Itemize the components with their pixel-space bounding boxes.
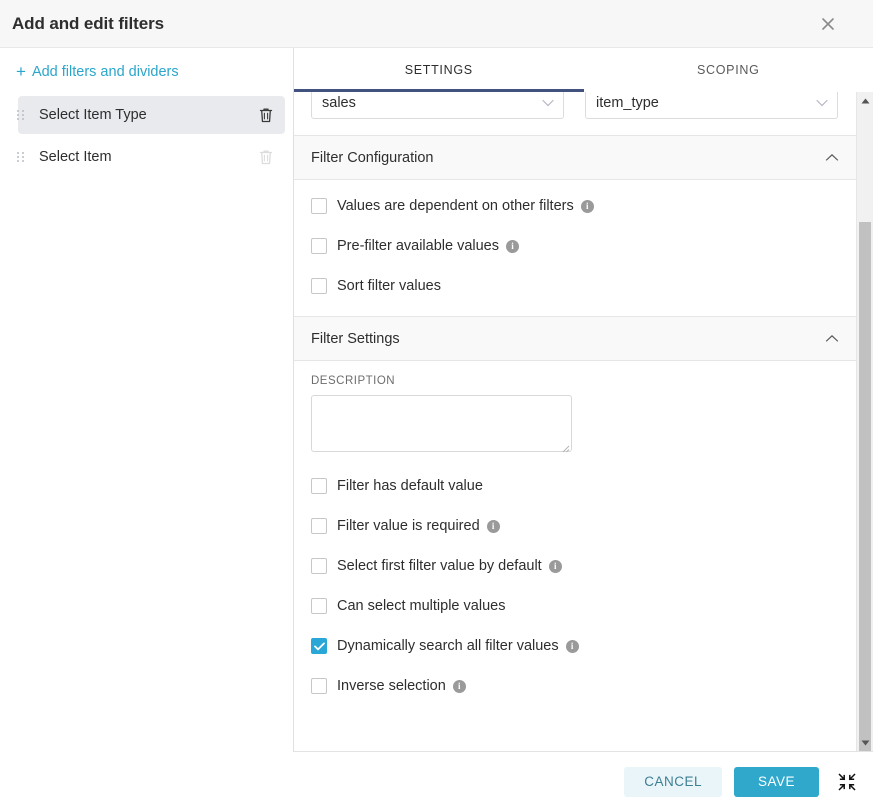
scroll-up-arrow-icon[interactable]	[857, 92, 873, 109]
description-input[interactable]	[312, 396, 571, 451]
vertical-scrollbar[interactable]	[856, 92, 873, 751]
checkbox-can-select-multiple-values[interactable]: Can select multiple values	[311, 594, 839, 618]
scroll-down-arrow-icon[interactable]	[857, 734, 873, 751]
checkbox-pre-filter-available-values[interactable]: Pre-filter available values i	[311, 234, 839, 258]
checkbox-label: Can select multiple values	[337, 598, 506, 614]
checkbox-box[interactable]	[311, 558, 327, 574]
list-item-label: Select Item Type	[39, 107, 147, 123]
filters-sidebar: + Add filters and dividers Select Item T…	[0, 48, 294, 752]
checkbox-box[interactable]	[311, 238, 327, 254]
chevron-up-icon	[825, 330, 839, 348]
checkbox-filter-has-default-value[interactable]: Filter has default value	[311, 474, 839, 498]
checkbox-inverse-selection[interactable]: Inverse selection i	[311, 674, 839, 698]
description-field-wrapper	[311, 395, 572, 453]
tab-bar: SETTINGS SCOPING	[294, 48, 873, 92]
checkbox-label: Inverse selection	[337, 678, 446, 694]
checkbox-label: Pre-filter available values	[337, 238, 499, 254]
tab-settings[interactable]: SETTINGS	[294, 48, 584, 92]
section-header-filter-settings[interactable]: Filter Settings	[294, 316, 856, 361]
add-filters-and-dividers-button[interactable]: + Add filters and dividers	[0, 62, 293, 81]
resize-grip-icon[interactable]	[560, 440, 570, 453]
add-edit-filters-modal: Add and edit filters + Add filters and d…	[0, 0, 873, 811]
info-icon[interactable]: i	[452, 679, 466, 693]
column-select[interactable]: item_type	[585, 92, 838, 119]
dataset-select[interactable]: sales	[311, 92, 564, 119]
section-header-filter-configuration[interactable]: Filter Configuration	[294, 135, 856, 180]
checkbox-box[interactable]	[311, 278, 327, 294]
column-select-value: item_type	[596, 94, 659, 111]
section-title: Filter Settings	[311, 330, 400, 347]
modal-header: Add and edit filters	[0, 0, 873, 48]
checkbox-sort-filter-values[interactable]: Sort filter values	[311, 274, 839, 298]
list-item-label: Select Item	[39, 149, 112, 165]
checkbox-filter-value-is-required[interactable]: Filter value is required i	[311, 514, 839, 538]
checkbox-label: Select first filter value by default	[337, 558, 542, 574]
chevron-down-icon	[816, 95, 828, 111]
checkbox-label: Filter value is required	[337, 518, 480, 534]
trash-icon[interactable]	[255, 146, 277, 168]
checkbox-dynamically-search-all-filter-values[interactable]: Dynamically search all filter values i	[311, 634, 839, 658]
settings-scroll-area: sales item_type Filter Configuration Val…	[294, 92, 873, 752]
chevron-up-icon	[825, 149, 839, 167]
checkbox-label: Filter has default value	[337, 478, 483, 494]
modal-body: + Add filters and dividers Select Item T…	[0, 48, 873, 752]
checkbox-select-first-filter-value-by-default[interactable]: Select first filter value by default i	[311, 554, 839, 578]
list-item[interactable]: Select Item	[16, 138, 285, 176]
checkbox-box[interactable]	[311, 638, 327, 654]
checkbox-label: Sort filter values	[337, 278, 441, 294]
section-body-filter-settings: DESCRIPTION Filter has default value Fil…	[294, 361, 856, 716]
filter-list: Select Item Type Select Item	[0, 96, 293, 176]
tab-settings-label: SETTINGS	[404, 63, 473, 77]
collapse-arrows-icon[interactable]	[837, 772, 857, 792]
dataset-field-selectors: sales item_type	[294, 92, 856, 135]
info-icon[interactable]: i	[565, 639, 579, 653]
tab-scoping-label: SCOPING	[696, 63, 760, 77]
checkbox-box[interactable]	[311, 678, 327, 694]
cancel-button[interactable]: CANCEL	[624, 766, 722, 797]
info-icon[interactable]: i	[486, 519, 500, 533]
info-icon[interactable]: i	[548, 559, 562, 573]
checkbox-values-dependent[interactable]: Values are dependent on other filters i	[311, 194, 839, 218]
drag-handle-icon[interactable]	[12, 152, 28, 162]
info-icon[interactable]: i	[580, 199, 594, 213]
checkbox-box[interactable]	[311, 478, 327, 494]
checkbox-label: Dynamically search all filter values	[337, 638, 559, 654]
add-filters-label: Add filters and dividers	[31, 64, 179, 80]
checkbox-box[interactable]	[311, 598, 327, 614]
save-button[interactable]: SAVE	[733, 766, 819, 797]
plus-icon: +	[16, 62, 26, 81]
dataset-select-value: sales	[322, 94, 356, 111]
section-body-filter-configuration: Values are dependent on other filters i …	[294, 180, 856, 316]
tab-scoping[interactable]: SCOPING	[584, 48, 873, 92]
info-icon[interactable]: i	[506, 239, 519, 253]
chevron-down-icon	[542, 95, 554, 111]
scrollbar-thumb[interactable]	[859, 222, 871, 751]
list-item[interactable]: Select Item Type	[16, 96, 285, 134]
filter-editor-pane: SETTINGS SCOPING sales item_type Filter …	[294, 48, 873, 752]
modal-footer: CANCEL SAVE	[0, 752, 873, 811]
page-title: Add and edit filters	[12, 13, 164, 33]
checkbox-box[interactable]	[311, 518, 327, 534]
checkbox-box[interactable]	[311, 198, 327, 214]
description-label: DESCRIPTION	[311, 375, 396, 387]
checkbox-label: Values are dependent on other filters	[337, 198, 574, 214]
section-title: Filter Configuration	[311, 149, 434, 166]
close-icon[interactable]	[817, 13, 839, 35]
trash-icon[interactable]	[255, 104, 277, 126]
drag-handle-icon[interactable]	[12, 110, 28, 120]
